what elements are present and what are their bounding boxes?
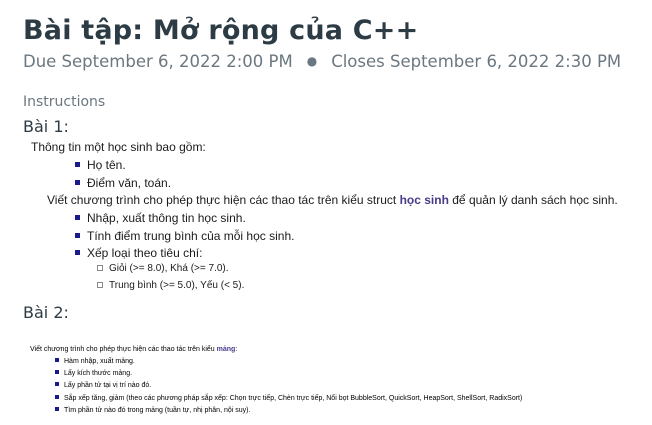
bai2-intro: Viết chương trình cho phép thực hiện các…: [30, 346, 238, 353]
bullet-square-icon: [75, 162, 80, 167]
list-item: Xếp loại theo tiêu chí:: [75, 246, 202, 260]
separator-dot: ●: [306, 54, 318, 68]
bullet-square-icon: [55, 407, 59, 411]
assignment-dates: Due September 6, 2022 2:00 PM ● Closes Sep…: [23, 52, 621, 71]
keyword-hoc-sinh: học sinh: [399, 193, 449, 207]
list-item: Hàm nhập, xuất mảng.: [55, 358, 135, 365]
bai2-heading: Bài 2:: [23, 303, 69, 322]
list-item: Giỏi (>= 8.0), Khá (>= 7.0).: [97, 263, 229, 274]
due-date: Due September 6, 2022 2:00 PM: [23, 52, 293, 71]
hollow-square-icon: [97, 282, 103, 288]
list-item: Điểm văn, toán.: [75, 176, 171, 190]
list-item: Sắp xếp tăng, giảm (theo các phương pháp…: [55, 395, 522, 402]
instructions-label: Instructions: [23, 94, 106, 110]
list-item: Nhập, xuất thông tin học sinh.: [75, 211, 246, 225]
list-item: Trung bình (>= 5.0), Yếu (< 5).: [97, 280, 244, 291]
list-item: Họ tên.: [75, 158, 126, 172]
bullet-square-icon: [75, 250, 80, 255]
bai1-intro: Thông tin một học sinh bao gồm:: [31, 140, 206, 154]
list-item: Lấy phần tử tại vị trí nào đó.: [55, 382, 151, 389]
list-item: Tìm phần tử nào đó trong mảng (tuần tự, …: [55, 407, 250, 414]
close-date: Closes September 6, 2022 2:30 PM: [331, 52, 622, 71]
bullet-square-icon: [55, 358, 59, 362]
bai1-task-sentence: Viết chương trình cho phép thực hiện các…: [47, 193, 618, 207]
bullet-square-icon: [55, 395, 59, 399]
bai1-heading: Bài 1:: [23, 117, 69, 136]
list-item: Tính điểm trung bình của mỗi học sinh.: [75, 229, 294, 243]
keyword-mang: mảng: [216, 346, 236, 353]
page-title: Bài tập: Mở rộng của C++: [23, 15, 419, 46]
bullet-square-icon: [75, 180, 80, 185]
bullet-square-icon: [75, 215, 80, 220]
bullet-square-icon: [55, 382, 59, 386]
bullet-square-icon: [75, 233, 80, 238]
bullet-square-icon: [55, 370, 59, 374]
hollow-square-icon: [97, 265, 103, 271]
list-item: Lấy kích thước mảng.: [55, 370, 132, 377]
